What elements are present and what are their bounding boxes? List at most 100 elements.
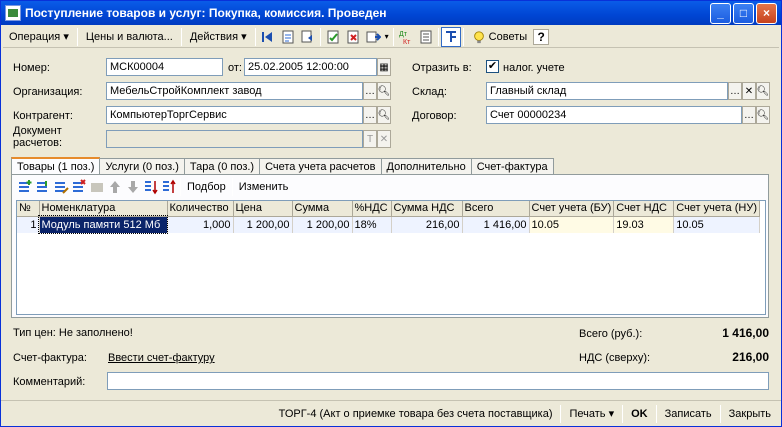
select-organization-button[interactable]: … (363, 82, 377, 100)
number-label: Номер: (13, 62, 50, 74)
maximize-button[interactable]: □ (733, 2, 754, 24)
table-cell[interactable]: 1,000 (167, 216, 234, 233)
table-cell[interactable]: 1 (17, 216, 40, 233)
add-row-icon[interactable] (16, 178, 34, 196)
post-document-icon[interactable] (323, 27, 343, 47)
close-form-button[interactable]: Закрыть (723, 404, 777, 424)
column-header[interactable]: Цена (233, 201, 293, 217)
table-cell[interactable]: 1 416,00 (462, 216, 530, 233)
tab-packaging[interactable]: Тара (0 поз.) (183, 158, 261, 174)
sort-ascending-icon[interactable] (142, 178, 160, 196)
prices-button[interactable]: Цены и валюта... (80, 27, 179, 47)
tab-goods[interactable]: Товары (1 поз.) (11, 157, 101, 175)
search-icon[interactable]: 🔍︎ (377, 82, 391, 100)
advice-button[interactable]: Советы (466, 27, 534, 47)
print-menu[interactable]: Печать ▾ (563, 404, 620, 424)
settlement-document-field[interactable] (106, 130, 363, 148)
table-cell[interactable]: 10.05 (529, 216, 615, 233)
svg-text:Дт: Дт (399, 31, 408, 38)
end-edit-icon[interactable] (88, 178, 106, 196)
reload-icon[interactable] (298, 27, 318, 47)
tree-icon[interactable] (440, 26, 461, 47)
unpost-document-icon[interactable] (343, 27, 363, 47)
column-header[interactable]: Сумма НДС (391, 201, 463, 217)
select-contractor-button[interactable]: … (363, 106, 377, 124)
clear-icon[interactable]: ✕ (377, 130, 391, 148)
structure-icon[interactable] (416, 27, 436, 47)
search-icon[interactable]: 🔍︎ (756, 106, 770, 124)
column-header[interactable]: Номенклатура (39, 201, 168, 217)
tab-settlement-accounts[interactable]: Счета учета расчетов (259, 158, 382, 174)
column-header[interactable]: %НДС (352, 201, 392, 217)
column-header[interactable]: Количество (167, 201, 234, 217)
goto-start-icon[interactable] (258, 27, 278, 47)
goods-table[interactable]: № Номенклатура Количество Цена Сумма %НД… (16, 200, 766, 315)
toolbar-separator (462, 27, 464, 46)
search-icon[interactable]: 🔍︎ (377, 106, 391, 124)
enter-invoice-link[interactable]: Ввести счет-фактуру (108, 352, 215, 364)
toolbar-separator (622, 404, 624, 423)
column-header[interactable]: Всего (462, 201, 530, 217)
sort-descending-icon[interactable] (160, 178, 178, 196)
torg4-print-button[interactable]: ТОРГ-4 (Акт о приемке товара без счета п… (273, 404, 559, 424)
move-down-icon[interactable] (124, 178, 142, 196)
table-cell[interactable]: 18% (352, 216, 392, 233)
clear-icon[interactable]: ✕ (742, 82, 756, 100)
search-icon[interactable]: 🔍︎ (756, 82, 770, 100)
table-row[interactable]: 1 Модуль памяти 512 Мб 1,000 1 200,00 1 … (17, 215, 760, 234)
table-cell[interactable]: 216,00 (391, 216, 463, 233)
debit-credit-icon[interactable]: Дт Кт (396, 27, 416, 47)
document-list-icon[interactable] (278, 27, 298, 47)
help-button[interactable]: ? (533, 28, 550, 45)
number-field[interactable]: МСК00004 (106, 58, 223, 76)
table-cell[interactable]: 10.05 (673, 216, 760, 233)
select-button[interactable]: Подбор (183, 177, 230, 197)
column-header[interactable]: Счет НДС (613, 201, 675, 217)
change-button[interactable]: Изменить (235, 177, 293, 197)
ok-button[interactable]: OK (625, 404, 654, 424)
tax-accounting-checkbox[interactable]: ✔ (486, 60, 499, 73)
tab-invoice[interactable]: Счет-фактура (470, 158, 554, 174)
organization-field[interactable]: МебельСтройКомплект завод (106, 82, 363, 100)
close-button[interactable]: × (756, 2, 777, 24)
organization-label: Организация: (13, 86, 83, 98)
toolbar-separator (231, 178, 233, 196)
select-contract-button[interactable]: … (742, 106, 756, 124)
based-on-icon[interactable] (363, 27, 383, 47)
date-field[interactable]: 25.02.2005 12:00:00 (244, 58, 377, 76)
print-label: Печать (569, 407, 606, 420)
actions-menu[interactable]: Действия ▾ (184, 27, 253, 47)
chevron-down-icon[interactable]: ▾ (383, 27, 391, 47)
type-icon[interactable]: T (363, 130, 377, 148)
contractor-label: Контрагент: (13, 110, 73, 122)
column-header[interactable]: Сумма (292, 201, 353, 217)
tab-strip: Товары (1 поз.) Услуги (0 поз.) Тара (0 … (11, 157, 554, 175)
tab-services[interactable]: Услуги (0 поз.) (99, 158, 185, 174)
select-warehouse-button[interactable]: … (728, 82, 742, 100)
tab-additional[interactable]: Дополнительно (380, 158, 472, 174)
column-header[interactable]: № (17, 201, 40, 217)
calendar-icon[interactable]: ▦ (377, 58, 391, 76)
table-cell[interactable]: 19.03 (613, 216, 675, 233)
column-header[interactable]: Счет учета (БУ) (529, 201, 615, 217)
delete-row-icon[interactable] (70, 178, 88, 196)
copy-row-icon[interactable] (34, 178, 52, 196)
contractor-field[interactable]: КомпьютерТоргСервис (106, 106, 363, 124)
edit-row-icon[interactable] (52, 178, 70, 196)
table-cell[interactable]: Модуль памяти 512 Мб (38, 215, 168, 234)
warehouse-field[interactable]: Главный склад (486, 82, 728, 100)
svg-text:Кт: Кт (403, 39, 411, 45)
column-header[interactable]: Счет учета (НУ) (673, 201, 760, 217)
title-bar[interactable]: Поступление товаров и услуг: Покупка, ко… (1, 1, 781, 25)
comment-label: Комментарий: (13, 376, 86, 388)
move-up-icon[interactable] (106, 178, 124, 196)
save-button[interactable]: Записать (659, 404, 718, 424)
minimize-button[interactable]: _ (710, 2, 731, 24)
table-cell[interactable]: 1 200,00 (233, 216, 293, 233)
comment-field[interactable] (107, 372, 769, 390)
actions-label: Действия (189, 30, 239, 43)
contract-field[interactable]: Счет 00000234 (486, 106, 742, 124)
settlement-label-line2: расчетов: (13, 137, 63, 149)
operation-menu[interactable]: Операция ▾ (3, 27, 75, 47)
table-cell[interactable]: 1 200,00 (292, 216, 353, 233)
